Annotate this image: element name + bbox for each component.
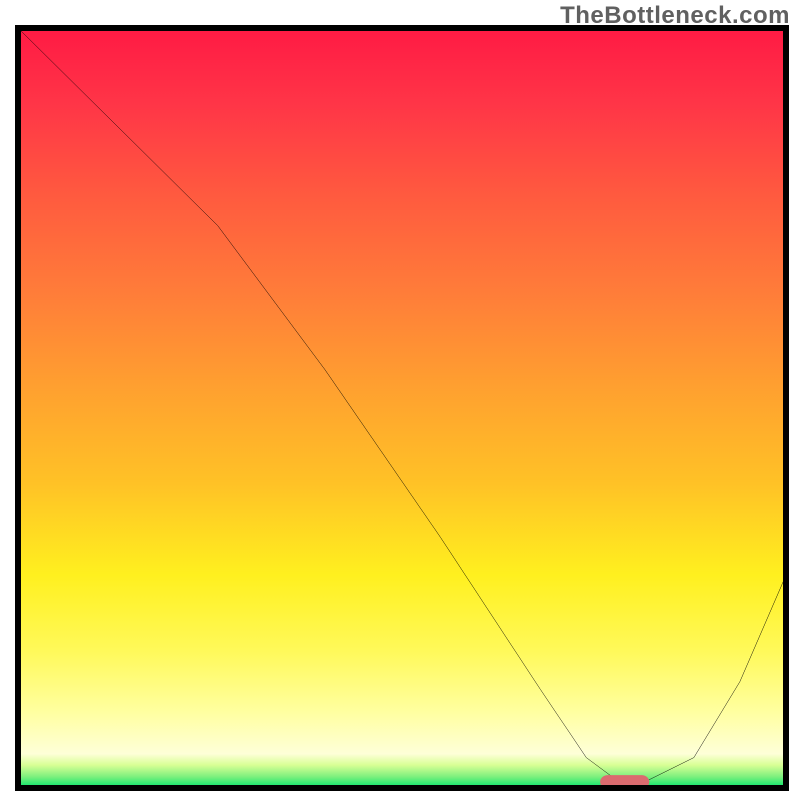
plot-area xyxy=(18,28,786,789)
bottleneck-chart xyxy=(0,0,800,800)
chart-container: TheBottleneck.com xyxy=(0,0,800,800)
